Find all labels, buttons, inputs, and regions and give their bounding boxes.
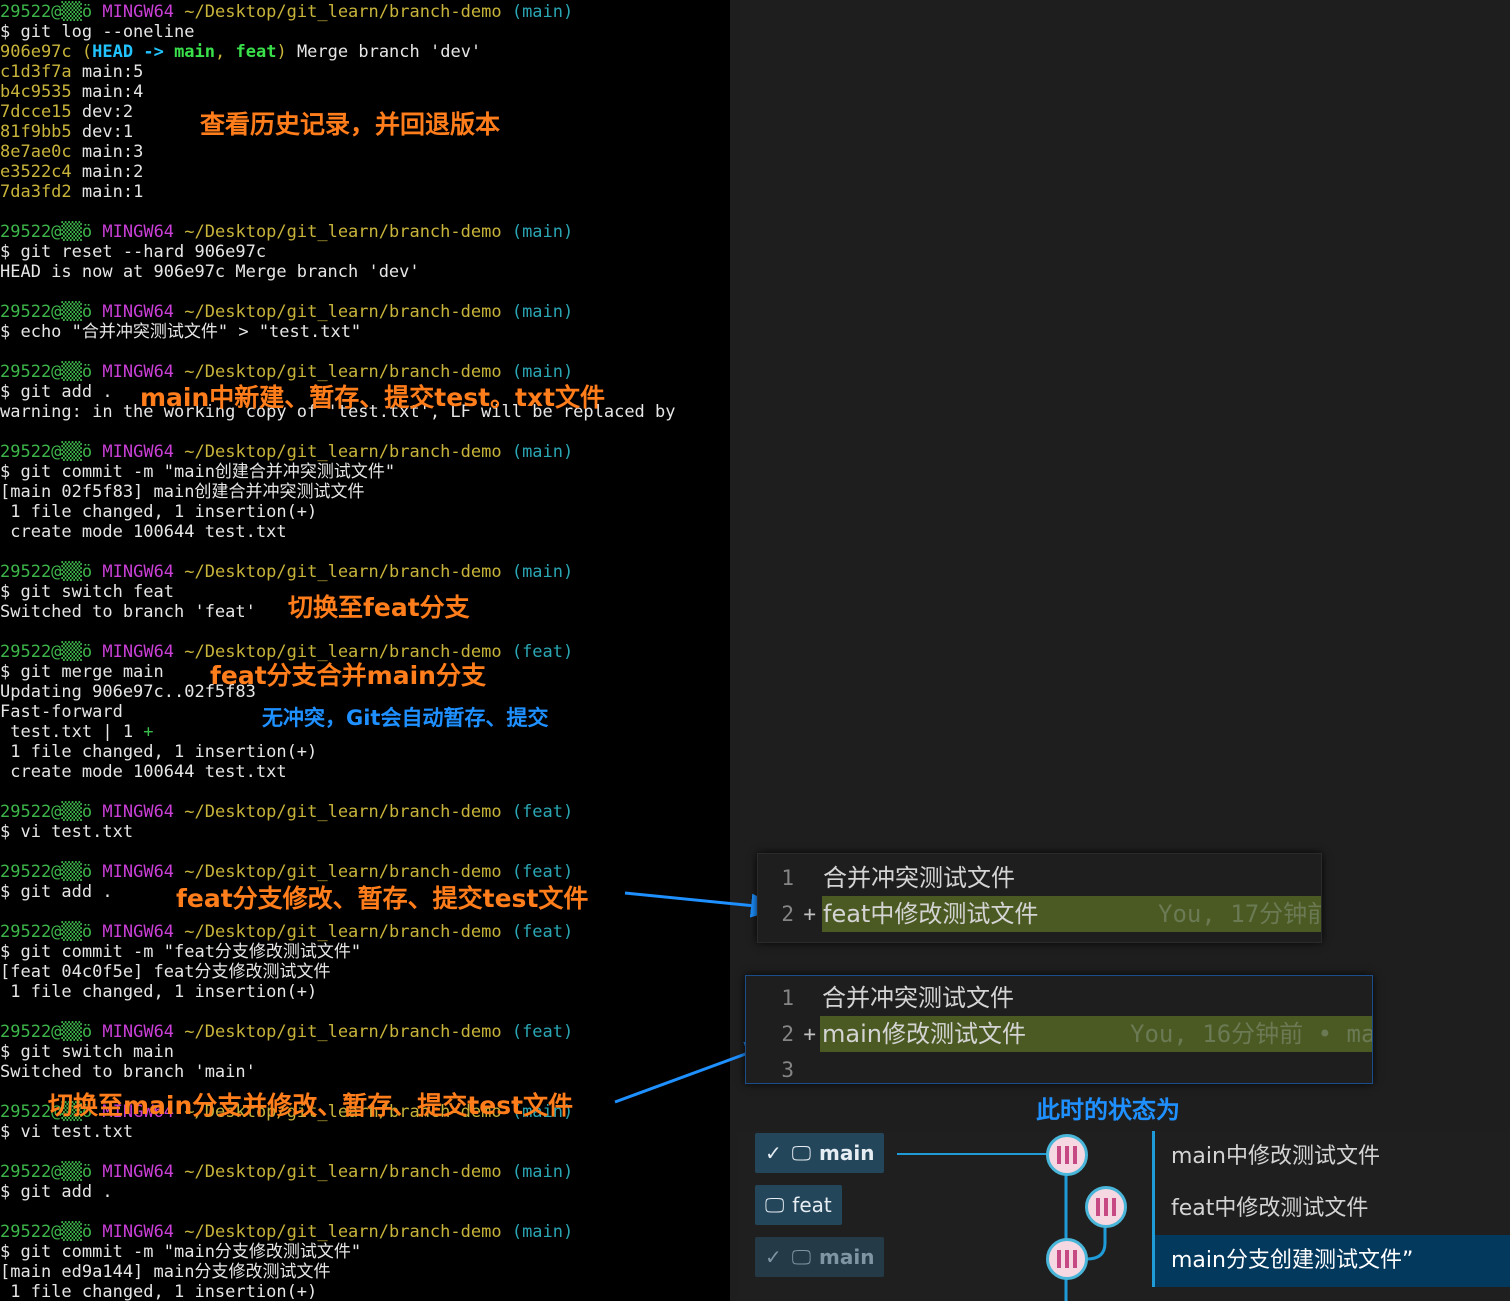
prompt-line: 29522@▒▒ö MINGW64 ~/Desktop/git_learn/br… (0, 922, 574, 942)
output-line: create mode 100644 test.txt (0, 522, 287, 542)
line-text: feat中修改测试文件 (823, 900, 1039, 928)
added-marker: + (803, 1022, 816, 1046)
commit-message-selected: main分支创建测试文件” (1152, 1235, 1510, 1287)
annotation-state-title: 此时的状态为 (1036, 1096, 1180, 1124)
log-entry: 7dcce15 dev:2 (0, 102, 134, 122)
editor-line: 2 + main修改测试文件 You, 16分钟前 • ma (746, 1016, 1372, 1052)
command-line: $ git commit -m "feat分支修改测试文件" (0, 942, 362, 962)
output-line: 1 file changed, 1 insertion(+) (0, 742, 318, 762)
graph-row[interactable]: 🖵 feat feat中修改测试文件 (737, 1183, 1510, 1235)
line-number: 1 (781, 986, 794, 1010)
annotation-no-conflict: 无冲突，Git会自动暂存、提交 (262, 706, 549, 730)
editor-line: 1 合并冲突测试文件 (758, 860, 1321, 896)
commit-graph: ✓ 🖵 main main中修改测试文件 🖵 feat feat中修改测试文件 … (737, 1131, 1510, 1301)
prompt-line: 29522@▒▒ö MINGW64 ~/Desktop/git_learn/br… (0, 1162, 574, 1182)
prompt-line: 29522@▒▒ö MINGW64 ~/Desktop/git_learn/br… (0, 302, 574, 322)
log-entry: 8e7ae0c main:3 (0, 142, 144, 162)
commit-message: main中修改测试文件 (1152, 1131, 1510, 1183)
blame-annotation: You, 17分钟前 (1158, 900, 1322, 928)
output-line: [main 02f5f83] main创建合并冲突测试文件 (0, 482, 365, 502)
ref-chip-feat[interactable]: 🖵 feat (755, 1185, 842, 1225)
monitor-icon: 🖵 (765, 1193, 785, 1217)
command-line: $ git switch feat (0, 582, 174, 602)
annotation-main-new: main中新建、暂存、提交test。txt文件 (140, 383, 606, 412)
log-entry: b4c9535 main:4 (0, 82, 144, 102)
prompt-line: 29522@▒▒ö MINGW64 ~/Desktop/git_learn/br… (0, 562, 574, 582)
avatar (1046, 1238, 1088, 1280)
command-line: $ git commit -m "main分支修改测试文件" (0, 1242, 362, 1262)
log-head-line: 906e97c (HEAD -> main, feat) Merge branc… (0, 42, 482, 62)
command-line: $ vi test.txt (0, 822, 134, 842)
command-line: $ git commit -m "main创建合并冲突测试文件" (0, 462, 396, 482)
prompt-line: 29522@▒▒ö MINGW64 ~/Desktop/git_learn/br… (0, 802, 574, 822)
ref-chip-main[interactable]: ✓ 🖵 main (755, 1133, 885, 1173)
added-marker: + (803, 902, 816, 926)
annotation-feat-merge: feat分支合并main分支 (210, 661, 486, 690)
prompt-line: 29522@▒▒ö MINGW64 ~/Desktop/git_learn/br… (0, 1222, 574, 1242)
blame-annotation: You, 16分钟前 • ma (1130, 1020, 1373, 1048)
graph-row[interactable]: ✓ 🖵 main main分支创建测试文件” (737, 1235, 1510, 1287)
avatar (1046, 1134, 1088, 1176)
command-line: $ git add . (0, 882, 113, 902)
command-line: $ echo "合并冲突测试文件" > "test.txt" (0, 322, 362, 342)
output-line: 1 file changed, 1 insertion(+) (0, 502, 318, 522)
output-line: Fast-forward (0, 702, 123, 722)
command-line: $ git switch main (0, 1042, 174, 1062)
output-line: 1 file changed, 1 insertion(+) (0, 982, 318, 1002)
annotation-history: 查看历史记录，并回退版本 (200, 110, 501, 139)
prompt-line: 29522@▒▒ö MINGW64 ~/Desktop/git_learn/br… (0, 2, 574, 22)
annotation-feat-modify: feat分支修改、暂存、提交test文件 (176, 884, 589, 913)
annotation-switch-feat: 切换至feat分支 (288, 593, 470, 622)
commit-message: feat中修改测试文件 (1152, 1183, 1510, 1235)
output-line: Switched to branch 'main' (0, 1062, 256, 1082)
output-line: [main ed9a144] main分支修改测试文件 (0, 1262, 331, 1282)
graph-row[interactable]: ✓ 🖵 main main中修改测试文件 (737, 1131, 1510, 1183)
check-icon: ✓ (765, 1245, 782, 1269)
editor-panel-main: 1 合并冲突测试文件 2 + main修改测试文件 You, 16分钟前 • m… (745, 975, 1373, 1084)
editor-line: 3 (746, 1052, 1372, 1083)
annotation-main-modify: 切换至main分支并修改、暂存、提交test文件 (48, 1091, 574, 1120)
line-number: 3 (781, 1058, 794, 1082)
log-entry: 7da3fd2 main:1 (0, 182, 144, 202)
monitor-icon: 🖵 (791, 1245, 812, 1269)
output-line: Switched to branch 'feat' (0, 602, 256, 622)
output-line: [feat 04c0f5e] feat分支修改测试文件 (0, 962, 331, 982)
line-number: 1 (781, 866, 794, 890)
log-entry: e3522c4 main:2 (0, 162, 144, 182)
command-line: $ git add . (0, 1182, 113, 1202)
prompt-line: 29522@▒▒ö MINGW64 ~/Desktop/git_learn/br… (0, 222, 574, 242)
command-line: $ git log --oneline (0, 22, 195, 42)
command-line: $ git add . (0, 382, 113, 402)
line-text: 合并冲突测试文件 (822, 984, 1014, 1012)
command-line: $ git reset --hard 906e97c (0, 242, 267, 262)
editor-panel-feat: 1 合并冲突测试文件 2 + feat中修改测试文件 You, 17分钟前 (757, 853, 1322, 943)
line-text: main修改测试文件 (822, 1020, 1026, 1048)
command-line: $ git merge main (0, 662, 164, 682)
command-line: $ vi test.txt (0, 1122, 134, 1142)
line-text: 合并冲突测试文件 (823, 864, 1015, 892)
output-line: HEAD is now at 906e97c Merge branch 'dev… (0, 262, 420, 282)
ref-chip-main-remote[interactable]: ✓ 🖵 main (755, 1237, 885, 1277)
monitor-icon: 🖵 (791, 1141, 812, 1165)
log-entry: c1d3f7a main:5 (0, 62, 144, 82)
prompt-line: 29522@▒▒ö MINGW64 ~/Desktop/git_learn/br… (0, 1022, 574, 1042)
prompt-line: 29522@▒▒ö MINGW64 ~/Desktop/git_learn/br… (0, 442, 574, 462)
log-entry: 81f9bb5 dev:1 (0, 122, 134, 142)
output-line: create mode 100644 test.txt (0, 762, 287, 782)
output-line: test.txt | 1 + (0, 722, 154, 742)
editor-line: 1 合并冲突测试文件 (746, 980, 1372, 1016)
check-icon: ✓ (765, 1141, 782, 1165)
avatar (1085, 1186, 1127, 1228)
output-line: 1 file changed, 1 insertion(+) (0, 1282, 318, 1301)
editor-line: 2 + feat中修改测试文件 You, 17分钟前 (758, 896, 1321, 932)
